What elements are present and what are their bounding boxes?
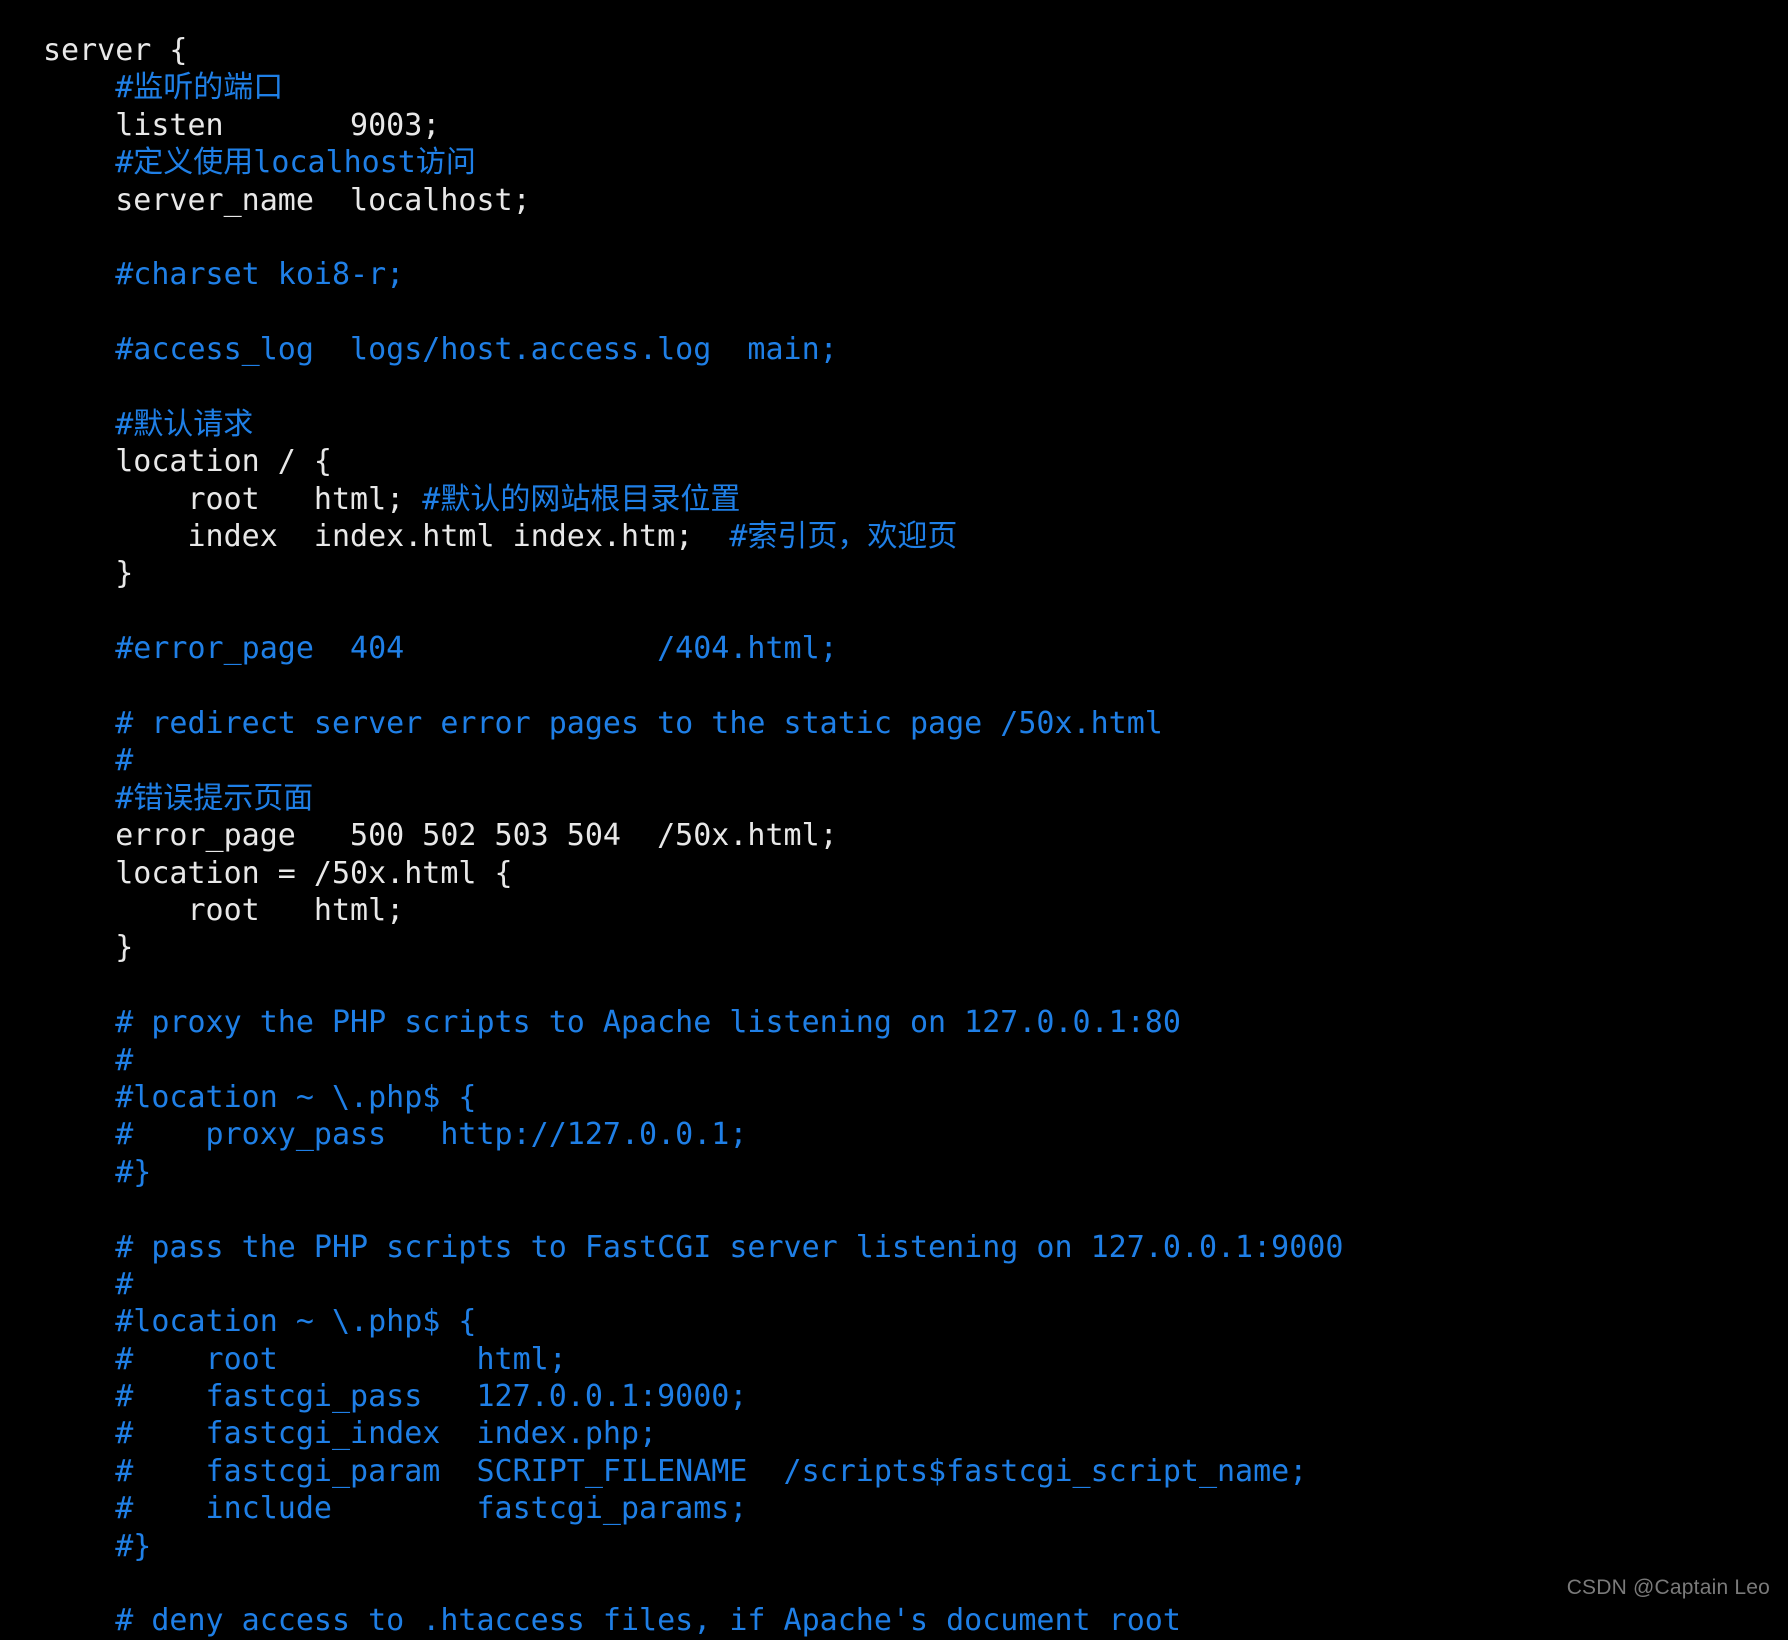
code-line: #access_log logs/host.access.log main;	[43, 331, 1788, 368]
code-comment-token: #索引页，欢迎页	[729, 519, 958, 555]
code-line: #监听的端口	[43, 69, 1788, 106]
code-line: #location ~ \.php$ {	[43, 1303, 1788, 1340]
code-line: root html; #默认的网站根目录位置	[43, 481, 1788, 518]
code-comment-token: #location ~ \.php$ {	[43, 1079, 477, 1115]
code-comment-token: # fastcgi_param SCRIPT_FILENAME /scripts…	[43, 1453, 1308, 1489]
code-line: #location ~ \.php$ {	[43, 1079, 1788, 1116]
code-text-token: server_name localhost;	[43, 182, 531, 218]
code-text-token: server {	[43, 33, 188, 68]
code-line: #charset koi8-r;	[43, 256, 1788, 293]
code-line: # pass the PHP scripts to FastCGI server…	[43, 1229, 1788, 1266]
code-comment-token: #error_page 404 /404.html;	[43, 631, 838, 667]
code-line: }	[43, 929, 1788, 966]
code-line: #}	[43, 1528, 1788, 1565]
code-text-token: location / {	[43, 444, 332, 480]
code-line: }	[43, 555, 1788, 592]
code-line: root html;	[43, 892, 1788, 929]
code-comment-token: #location ~ \.php$ {	[43, 1304, 477, 1340]
code-comment-token: #默认的网站根目录位置	[422, 481, 741, 517]
code-line: #默认请求	[43, 406, 1788, 443]
code-line: #	[43, 742, 1788, 779]
code-comment-token: #	[43, 743, 134, 779]
code-line: index index.html index.htm; #索引页，欢迎页	[43, 518, 1788, 555]
code-comment-token: # fastcgi_pass 127.0.0.1:9000;	[43, 1379, 748, 1415]
code-line: #error_page 404 /404.html;	[43, 630, 1788, 667]
code-line: #定义使用localhost访问	[43, 144, 1788, 181]
code-comment-token: # redirect server error pages to the sta…	[43, 706, 1163, 742]
code-text-token: root html;	[43, 481, 423, 517]
code-listing[interactable]: server { #监听的端口 listen 9003; #定义使用localh…	[43, 32, 1788, 1640]
code-comment-token: #access_log logs/host.access.log main;	[43, 332, 838, 368]
code-line: #	[43, 1042, 1788, 1079]
code-text-token: index index.html index.htm;	[43, 519, 730, 555]
code-text-token: }	[43, 930, 134, 966]
code-line: error_page 500 502 503 504 /50x.html;	[43, 817, 1788, 854]
code-line: # include fastcgi_params;	[43, 1490, 1788, 1527]
watermark-label: CSDN @Captain Leo	[1566, 1576, 1770, 1599]
code-comment-token: #定义使用localhost访问	[43, 145, 476, 181]
code-line: listen 9003;	[43, 107, 1788, 144]
code-line: #	[43, 1266, 1788, 1303]
code-comment-token: #	[43, 1042, 134, 1078]
code-comment-token: # proxy_pass http://127.0.0.1;	[43, 1117, 748, 1153]
code-line: # deny access to .htaccess files, if Apa…	[43, 1602, 1788, 1639]
code-line: # fastcgi_index index.php;	[43, 1415, 1788, 1452]
code-comment-token: #}	[43, 1528, 152, 1564]
code-line: # root html;	[43, 1341, 1788, 1378]
code-line: server_name localhost;	[43, 182, 1788, 219]
code-comment-token: #错误提示页面	[43, 780, 314, 816]
code-comment-token: #	[43, 1266, 134, 1302]
code-line: server {	[43, 32, 1788, 69]
code-text-token: error_page 500 502 503 504 /50x.html;	[43, 818, 838, 854]
code-line: # proxy_pass http://127.0.0.1;	[43, 1116, 1788, 1153]
code-comment-token: #}	[43, 1154, 152, 1190]
code-line: # proxy the PHP scripts to Apache listen…	[43, 1004, 1788, 1041]
code-viewer: server { #监听的端口 listen 9003; #定义使用localh…	[0, 0, 1788, 1638]
code-text-token: listen 9003;	[43, 107, 441, 143]
code-comment-token: # fastcgi_index index.php;	[43, 1416, 658, 1452]
code-comment-token: # pass the PHP scripts to FastCGI server…	[43, 1229, 1344, 1265]
code-text-token: }	[43, 556, 134, 592]
code-line: #}	[43, 1154, 1788, 1191]
code-line: location / {	[43, 443, 1788, 480]
code-line: # fastcgi_pass 127.0.0.1:9000;	[43, 1378, 1788, 1415]
code-line: # redirect server error pages to the sta…	[43, 705, 1788, 742]
code-line: # fastcgi_param SCRIPT_FILENAME /scripts…	[43, 1453, 1788, 1490]
code-line: #错误提示页面	[43, 780, 1788, 817]
code-comment-token: # deny access to .htaccess files, if Apa…	[43, 1603, 1181, 1639]
code-text-token: root html;	[43, 892, 405, 928]
code-text-token: location = /50x.html {	[43, 855, 513, 891]
code-comment-token: #默认请求	[43, 406, 254, 442]
code-comment-token: # root html;	[43, 1341, 567, 1377]
code-comment-token: # proxy the PHP scripts to Apache listen…	[43, 1005, 1181, 1041]
code-line: location = /50x.html {	[43, 855, 1788, 892]
code-comment-token: #charset koi8-r;	[43, 257, 405, 293]
code-comment-token: # include fastcgi_params;	[43, 1491, 748, 1527]
code-comment-token: #监听的端口	[43, 70, 284, 106]
